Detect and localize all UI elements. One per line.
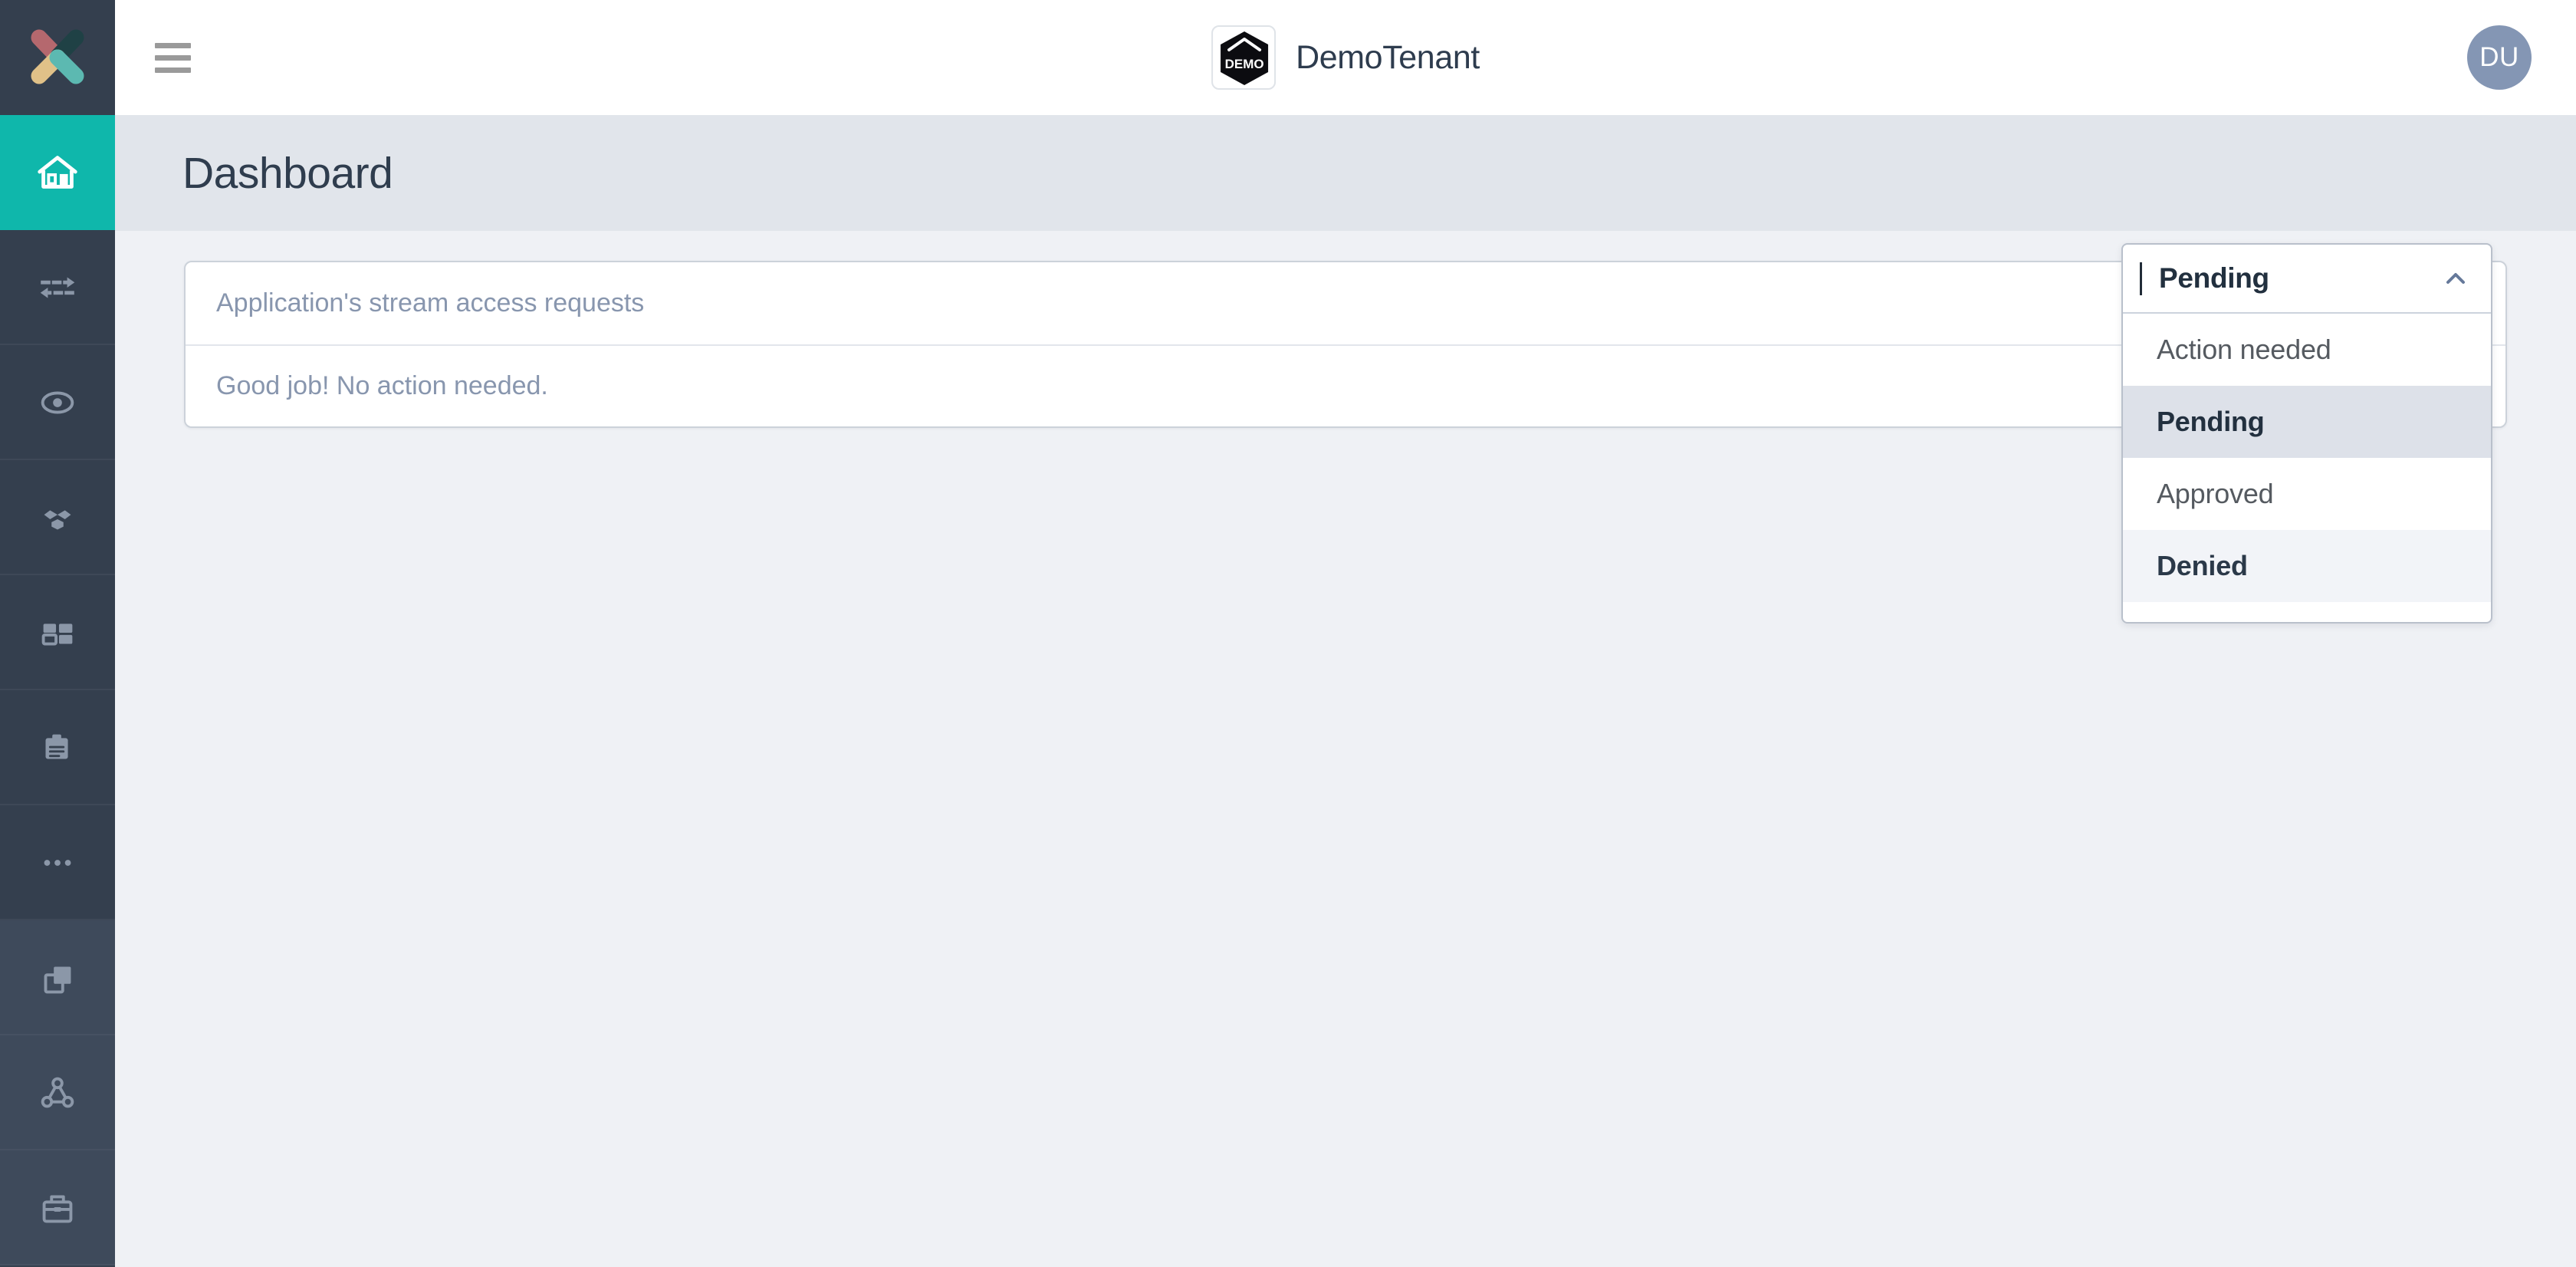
sidebar-item-streams[interactable] <box>0 230 115 345</box>
triangle-graph-icon <box>41 1077 74 1108</box>
page-title-bar: Dashboard <box>115 115 2576 231</box>
sidebar <box>0 0 115 1267</box>
sidebar-item-applications[interactable] <box>0 920 115 1035</box>
dropdown-option-denied[interactable]: Denied <box>2123 530 2491 602</box>
bidirectional-arrows-icon <box>40 277 75 298</box>
eye-target-icon <box>41 391 74 414</box>
tenant-identity: DEMO DemoTenant <box>1211 25 1480 90</box>
main-content: Application's stream access requests Goo… <box>115 231 2576 1267</box>
top-header-bar: DEMO DemoTenant DU <box>115 0 2576 115</box>
tenant-name: DemoTenant <box>1296 38 1480 76</box>
sidebar-item-dashboards[interactable] <box>0 575 115 690</box>
hamburger-bar <box>155 42 191 48</box>
dropdown-option-action-needed[interactable]: Action needed <box>2123 314 2491 386</box>
text-cursor <box>2140 262 2142 295</box>
copy-windows-icon <box>44 966 71 994</box>
ellipsis-icon <box>44 860 71 866</box>
sidebar-item-toolbox[interactable] <box>0 1150 115 1265</box>
sidebar-item-reports[interactable] <box>0 690 115 805</box>
page-title: Dashboard <box>182 148 393 198</box>
status-filter-input[interactable]: Pending <box>2123 245 2491 314</box>
demo-hexagon-logo-icon: DEMO <box>1211 25 1276 90</box>
status-filter-options: Action needed Pending Approved Denied <box>2123 314 2491 622</box>
avatar[interactable]: DU <box>2467 25 2532 90</box>
clipboard-icon <box>45 734 68 759</box>
dropdown-option-pending[interactable]: Pending <box>2123 386 2491 458</box>
sidebar-item-topology[interactable] <box>0 460 115 575</box>
tenant-logo-text: DEMO <box>1225 57 1264 71</box>
status-filter-value: Pending <box>2159 262 2269 294</box>
hamburger-menu-icon[interactable] <box>155 34 202 81</box>
sidebar-item-home[interactable] <box>0 115 115 230</box>
sidebar-item-more[interactable] <box>0 805 115 920</box>
card-title: Application's stream access requests <box>216 288 645 318</box>
status-filter-dropdown[interactable]: Pending Action needed Pending Approved D… <box>2121 243 2492 624</box>
hamburger-bar <box>155 54 191 61</box>
app-logo[interactable] <box>0 0 115 115</box>
chevron-up-icon[interactable] <box>2440 263 2471 294</box>
card-message: Good job! No action needed. <box>216 371 548 400</box>
x-brand-logo-icon <box>31 29 84 84</box>
dropdown-option-approved[interactable]: Approved <box>2123 458 2491 530</box>
sidebar-item-monitoring[interactable] <box>0 345 115 460</box>
toolbox-icon <box>42 1195 73 1223</box>
hamburger-bar <box>155 67 191 73</box>
sidebar-item-graph[interactable] <box>0 1035 115 1150</box>
topology-nodes-icon <box>44 510 71 530</box>
dashboard-grid-icon <box>41 624 73 646</box>
home-icon <box>38 156 77 189</box>
